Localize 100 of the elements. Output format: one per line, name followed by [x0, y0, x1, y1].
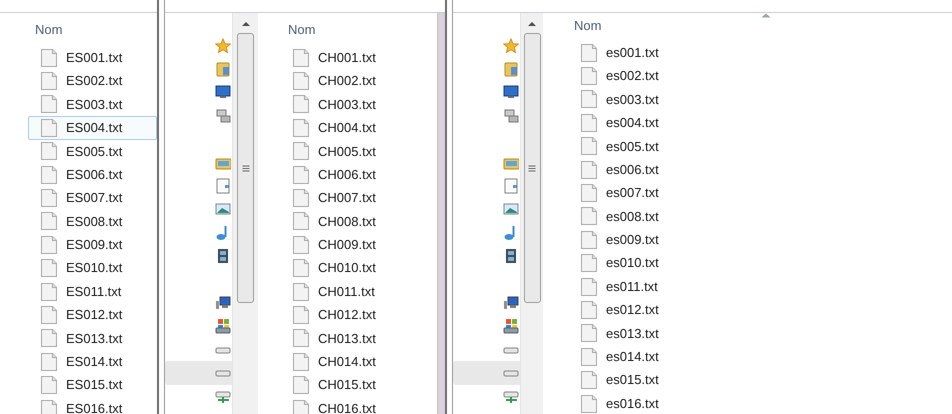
file-item[interactable]: CH013.txt — [288, 326, 437, 350]
file-item[interactable]: CH014.txt — [288, 350, 437, 374]
file-item[interactable]: es003.txt — [576, 88, 952, 112]
file-item[interactable]: es014.txt — [576, 345, 952, 368]
file-item[interactable]: ES007.txt — [28, 186, 157, 210]
folder-icon[interactable] — [503, 61, 519, 78]
nav-item[interactable] — [453, 361, 520, 385]
file-item[interactable]: ES005.txt — [28, 140, 157, 163]
file-item[interactable]: es005.txt — [576, 134, 952, 158]
file-icon — [40, 118, 58, 138]
column-header[interactable]: Nom — [35, 20, 62, 40]
file-item[interactable]: CH004.txt — [288, 116, 437, 140]
scroll-up-arrow-icon[interactable] — [527, 21, 537, 27]
file-item[interactable]: CH016.txt — [288, 396, 437, 414]
file-item[interactable]: CH015.txt — [288, 373, 437, 397]
drive-icon[interactable] — [215, 318, 231, 334]
network-icon[interactable] — [215, 108, 231, 124]
file-icon — [40, 211, 58, 232]
file-item[interactable]: CH005.txt — [288, 140, 437, 163]
file-item[interactable]: CH011.txt — [288, 280, 437, 304]
image-icon[interactable] — [215, 201, 231, 218]
file-icon — [292, 141, 310, 162]
image-icon[interactable] — [503, 201, 519, 218]
file-item[interactable]: es013.txt — [576, 322, 952, 346]
file-icon — [580, 300, 598, 320]
file-icon — [580, 230, 598, 250]
file-icon — [292, 94, 310, 114]
file-item[interactable]: ES001.txt — [28, 46, 157, 70]
document-icon[interactable] — [215, 178, 231, 194]
scrollbar[interactable] — [520, 13, 543, 414]
file-icon — [580, 346, 598, 367]
file-item[interactable]: es016.txt — [576, 392, 952, 414]
file-item[interactable]: ES011.txt — [28, 280, 157, 304]
computer-icon[interactable] — [503, 294, 519, 311]
file-item[interactable]: ES014.txt — [28, 350, 157, 374]
file-item[interactable]: es009.txt — [576, 228, 952, 252]
file-item[interactable]: ES002.txt — [28, 69, 157, 93]
file-item[interactable]: CH009.txt — [288, 233, 437, 257]
network-icon[interactable] — [503, 108, 519, 124]
column-header[interactable]: Nom — [288, 20, 316, 40]
scrollbar[interactable] — [232, 13, 258, 414]
scrollbar-thumb[interactable] — [237, 33, 254, 303]
file-icon — [292, 118, 310, 138]
file-item[interactable]: es006.txt — [576, 158, 952, 182]
file-item[interactable]: es010.txt — [576, 252, 952, 275]
file-icon — [40, 164, 58, 185]
file-icon — [292, 71, 310, 92]
file-icon — [292, 352, 310, 372]
scrollbar[interactable] — [437, 13, 445, 414]
file-icon — [40, 234, 58, 255]
file-item[interactable]: CH003.txt — [288, 92, 437, 116]
file-item[interactable]: es011.txt — [576, 274, 952, 298]
file-item[interactable]: ES004.txt — [28, 116, 157, 140]
scroll-up-arrow-icon[interactable] — [240, 21, 250, 27]
grip-icon — [528, 164, 536, 172]
file-item[interactable]: es007.txt — [576, 181, 952, 205]
computer-icon[interactable] — [215, 294, 231, 311]
folder-icon[interactable] — [215, 61, 231, 78]
file-icon — [40, 188, 58, 208]
file-item[interactable]: ES012.txt — [28, 303, 157, 327]
file-item[interactable]: es008.txt — [576, 204, 952, 228]
file-item[interactable]: ES008.txt — [28, 210, 157, 234]
star-icon[interactable] — [503, 38, 519, 54]
file-item[interactable]: ES013.txt — [28, 326, 157, 350]
document-icon[interactable] — [503, 178, 519, 194]
file-item[interactable]: ES016.txt — [28, 396, 157, 414]
file-item[interactable]: ES006.txt — [28, 162, 157, 186]
file-icon — [292, 328, 310, 348]
file-item[interactable]: ES009.txt — [28, 233, 157, 257]
monitor-icon[interactable] — [215, 84, 231, 100]
file-item[interactable]: es015.txt — [576, 368, 952, 392]
file-item[interactable]: CH012.txt — [288, 303, 437, 327]
file-item[interactable]: CH008.txt — [288, 210, 437, 234]
drive-icon[interactable] — [503, 318, 519, 334]
file-icon — [580, 112, 598, 133]
file-icon — [292, 234, 310, 255]
file-item[interactable]: es004.txt — [576, 111, 952, 135]
file-icon — [40, 258, 58, 278]
file-item[interactable]: CH001.txt — [288, 46, 437, 70]
film-icon[interactable] — [215, 248, 231, 264]
star-icon[interactable] — [215, 38, 231, 54]
file-item[interactable]: CH010.txt — [288, 256, 437, 280]
file-item[interactable]: ES015.txt — [28, 373, 157, 397]
nav-item[interactable] — [165, 361, 232, 385]
monitor-icon[interactable] — [503, 84, 519, 100]
file-item[interactable]: es012.txt — [576, 298, 952, 322]
film-icon[interactable] — [503, 248, 519, 264]
file-item[interactable]: es002.txt — [576, 64, 952, 88]
file-item[interactable]: CH006.txt — [288, 162, 437, 186]
column-header[interactable]: Nom — [574, 16, 602, 36]
network-drive-icon[interactable] — [215, 388, 231, 405]
network-drive-icon[interactable] — [503, 388, 519, 405]
file-item[interactable]: ES003.txt — [28, 92, 157, 116]
scrollbar-thumb[interactable] — [524, 33, 540, 303]
file-item[interactable]: ES010.txt — [28, 256, 157, 280]
file-item[interactable]: es001.txt — [576, 41, 952, 64]
file-icon — [292, 188, 310, 208]
file-item[interactable]: CH007.txt — [288, 186, 437, 210]
file-icon — [40, 141, 58, 162]
file-item[interactable]: CH002.txt — [288, 69, 437, 93]
